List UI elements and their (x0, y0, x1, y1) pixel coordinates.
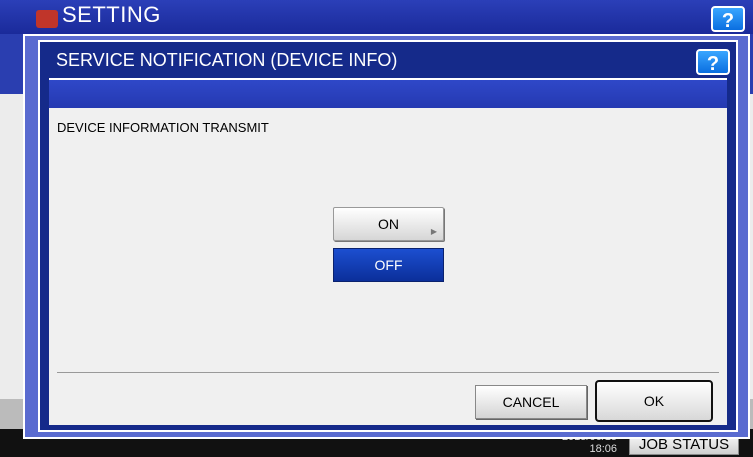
dialog-title: SERVICE NOTIFICATION (DEVICE INFO) (56, 50, 398, 70)
setting-icon (36, 10, 58, 28)
on-button[interactable]: ON ▶ (333, 207, 444, 241)
app-title: SETTING (62, 2, 161, 27)
divider (57, 372, 719, 373)
dialog-header-band (49, 78, 727, 110)
ok-button[interactable]: OK (595, 380, 713, 422)
dialog-content: DEVICE INFORMATION TRANSMIT ON ▶ OFF CAN… (49, 108, 727, 425)
off-button[interactable]: OFF (333, 248, 444, 282)
on-button-label: ON (378, 216, 399, 232)
dialog-panel: SERVICE NOTIFICATION (DEVICE INFO) ? DEV… (38, 40, 738, 432)
arrow-right-icon: ▶ (430, 227, 437, 236)
service-notification-dialog: SERVICE NOTIFICATION (DEVICE INFO) ? DEV… (23, 34, 750, 439)
dialog-help-button[interactable]: ? (696, 49, 730, 75)
time-text: 18:06 (589, 443, 617, 455)
device-info-transmit-label: DEVICE INFORMATION TRANSMIT (57, 120, 269, 135)
help-button[interactable]: ? (711, 6, 745, 32)
cancel-button[interactable]: CANCEL (475, 385, 587, 419)
off-button-label: OFF (374, 257, 403, 273)
